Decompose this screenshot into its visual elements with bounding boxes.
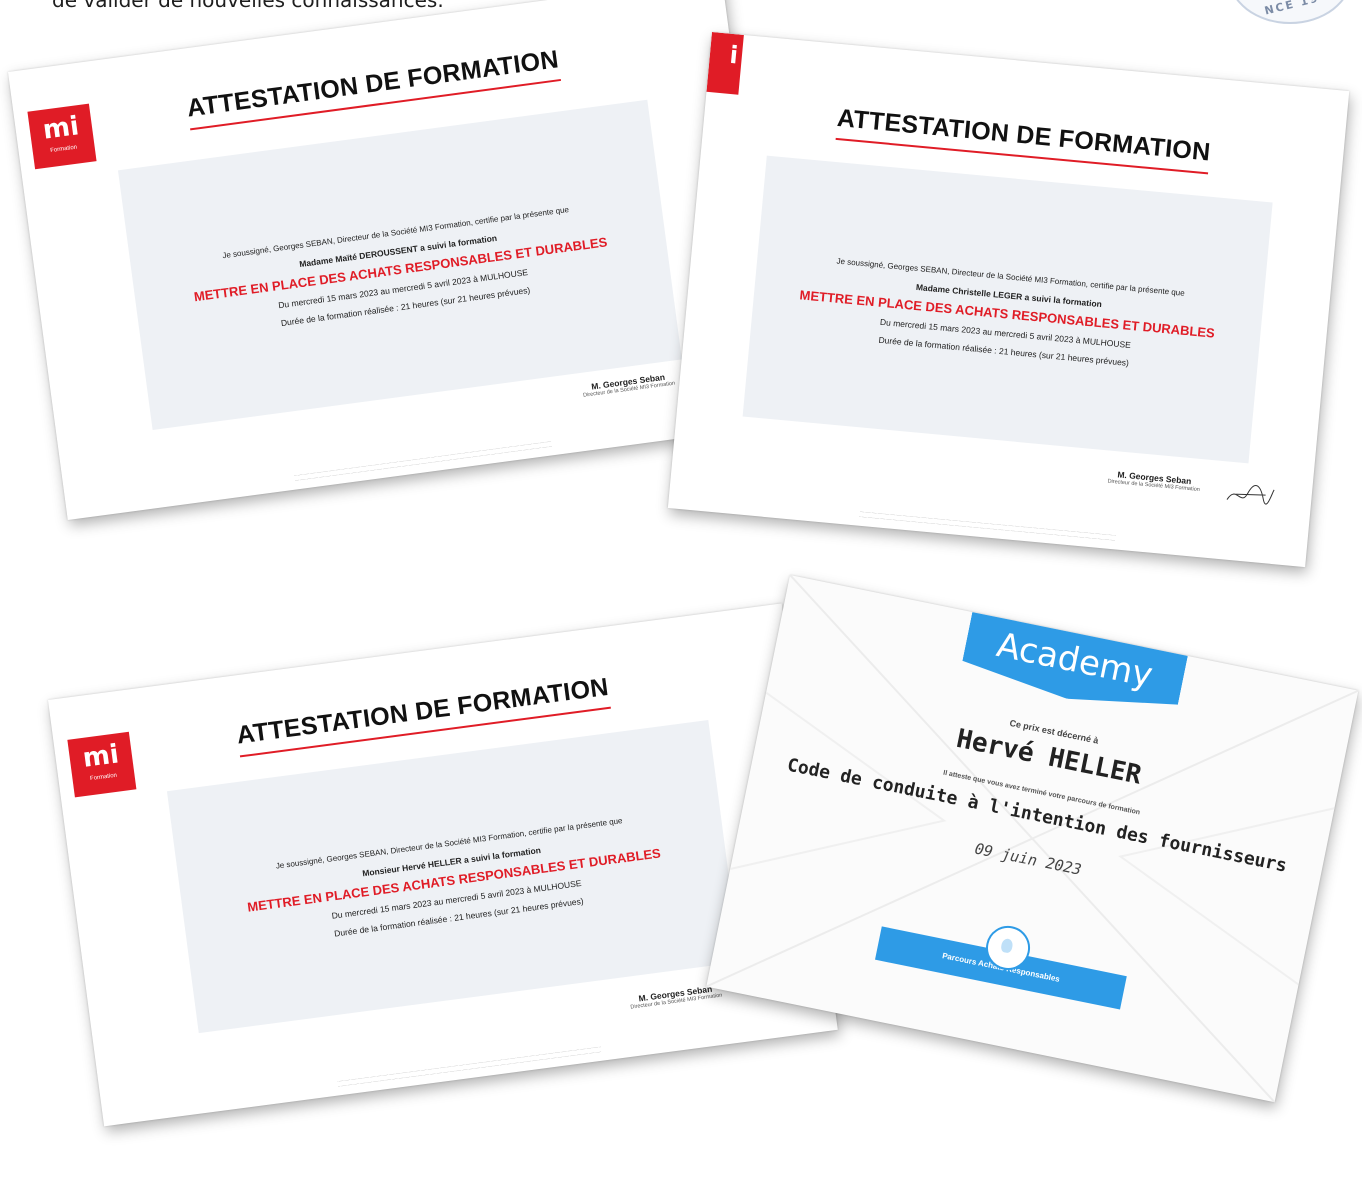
certificate-panel: Je soussigné, Georges SEBAN, Directeur d… <box>166 719 741 1034</box>
seal-text: NCE 19 <box>1263 0 1321 18</box>
signature-block: M. Georges Seban Directeur de la Société… <box>1107 469 1201 493</box>
handwritten-signature-icon <box>1226 485 1275 505</box>
logo-mark: i <box>728 40 740 70</box>
signature-block: M. Georges Seban Directeur de la Société… <box>582 371 676 399</box>
certificate-card: mi Formation ATTESTATION DE FORMATION Je… <box>8 0 782 521</box>
seal-logo: NCE 19 <box>1228 0 1352 24</box>
legal-footer: ········································… <box>859 509 1117 543</box>
certificate-card: mi Formation ATTESTATION DE FORMATION Je… <box>48 603 838 1127</box>
certificate-card: i ATTESTATION DE FORMATION Je soussigné,… <box>667 32 1350 568</box>
legal-footer: ········································… <box>337 1044 602 1089</box>
brand-logo: i <box>706 32 744 95</box>
certificate-panel: Je soussigné, Georges SEBAN, Directeur d… <box>742 155 1273 464</box>
intro-text: de valider de nouvelles connaissances. <box>52 0 444 12</box>
